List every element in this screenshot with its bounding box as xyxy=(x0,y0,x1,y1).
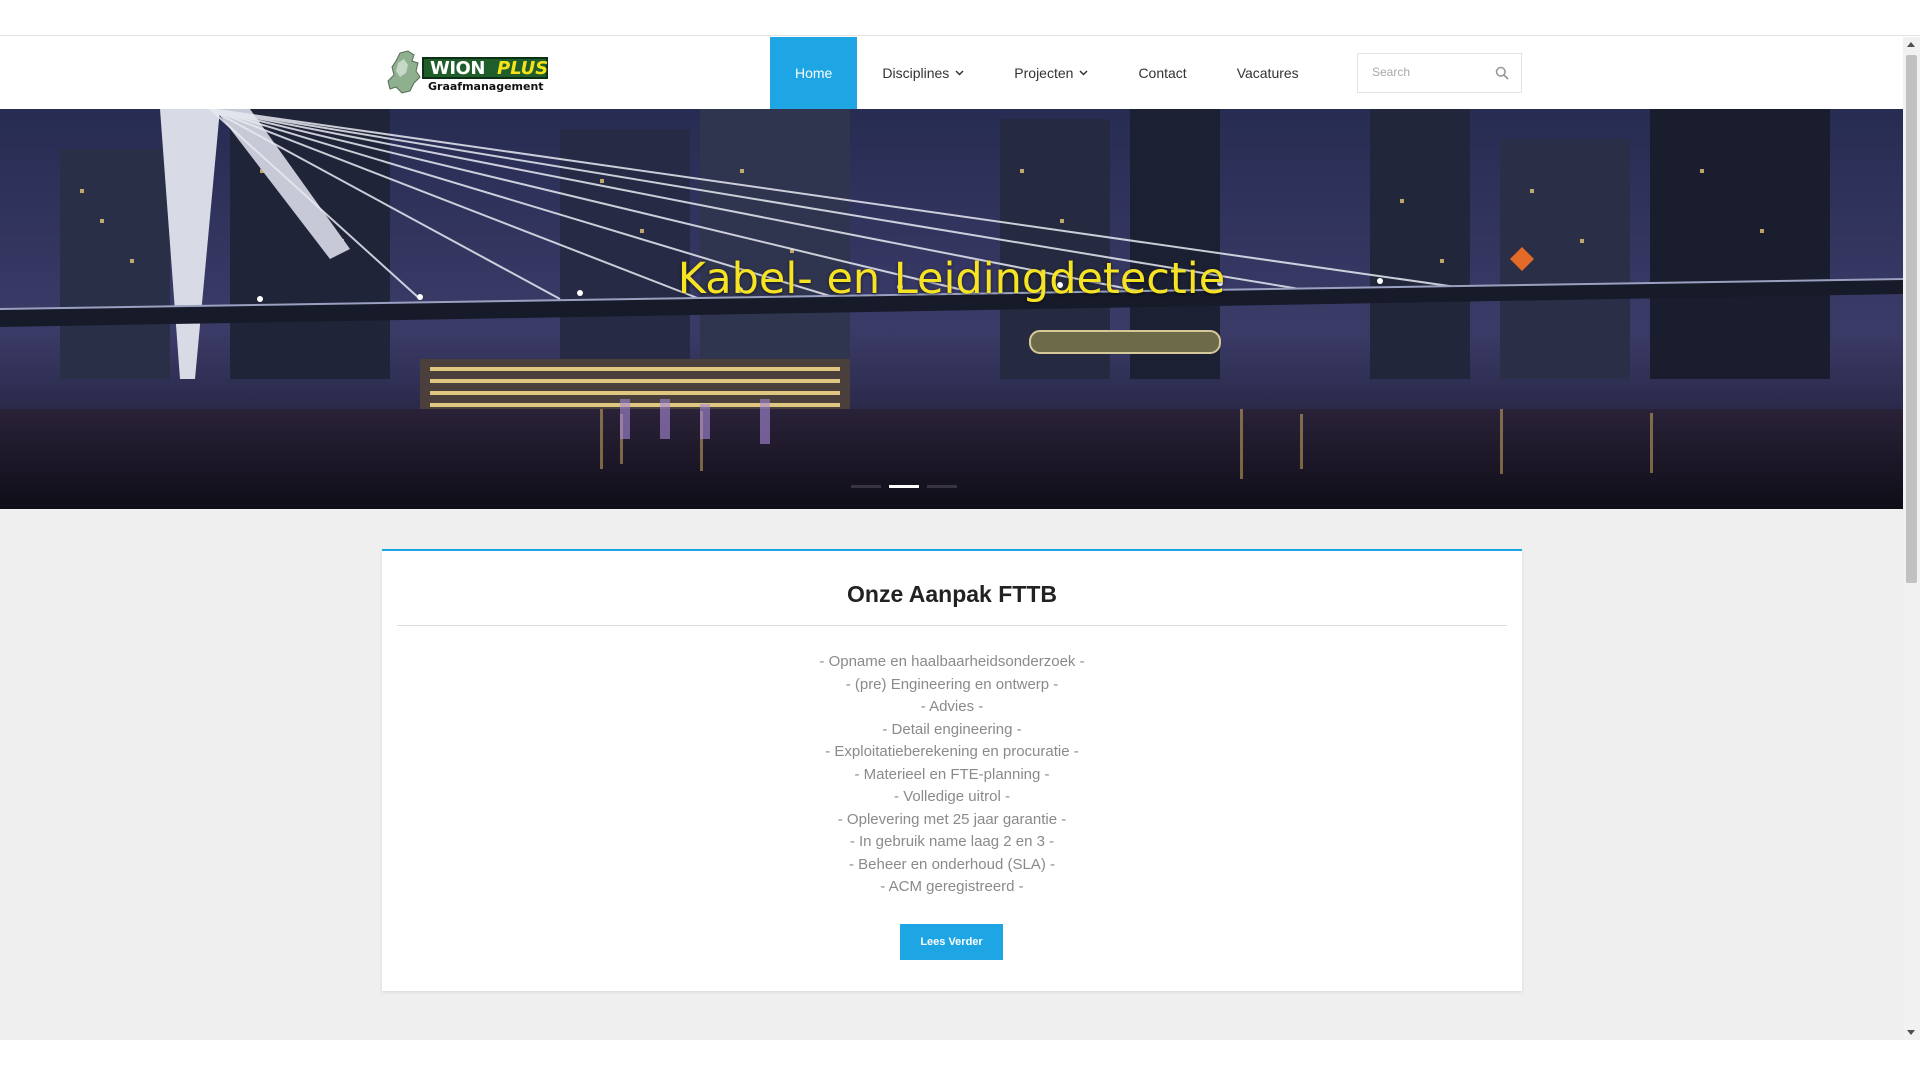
list-item: - Advies - xyxy=(920,698,984,715)
list-item: - Beheer en onderhoud (SLA) - xyxy=(849,855,1055,873)
search-input[interactable] xyxy=(1372,65,1492,79)
logo[interactable]: WION PLUS Graafmanagement xyxy=(386,49,552,95)
logo-wordmark: WION PLUS xyxy=(422,57,548,79)
hero-title: Kabel- en Leidingdetectie xyxy=(677,254,1226,304)
scrollbar[interactable] xyxy=(1903,37,1920,1040)
hero-background-image xyxy=(0,109,1903,509)
site-header: WION PLUS Graafmanagement Home Disciplin… xyxy=(0,37,1903,109)
approach-list: - Opname en haalbaarheidsonderzoek - - (… xyxy=(382,651,1522,899)
nav-item-label: Disciplines xyxy=(882,65,950,81)
nav-item-vacatures[interactable]: Vacatures xyxy=(1212,37,1324,109)
read-more-button[interactable]: Lees Verder xyxy=(900,924,1003,960)
nav-item-label: Contact xyxy=(1138,65,1187,81)
scroll-up-arrow-icon[interactable] xyxy=(1907,42,1915,47)
nav-item-projecten[interactable]: Projecten xyxy=(989,37,1113,109)
nav-item-label: Home xyxy=(795,65,833,81)
page: WION PLUS Graafmanagement Home Disciplin… xyxy=(0,37,1903,1040)
list-item: - Detail engineering - xyxy=(882,720,1022,738)
hero-slider: Kabel- en Leidingdetectie xyxy=(0,109,1903,509)
logo-brand-main: WION xyxy=(430,58,485,79)
nav-item-home[interactable]: Home xyxy=(770,37,858,109)
slider-dot[interactable] xyxy=(851,485,881,488)
list-item: - Volledige uitrol - xyxy=(894,788,1010,805)
logo-brand-accent: PLUS xyxy=(497,58,549,79)
slider-dot[interactable] xyxy=(927,485,957,488)
main-nav: Home Disciplines Projecten Contact Vacat… xyxy=(770,37,1324,109)
list-item: - Materieel en FTE-planning - xyxy=(854,765,1050,783)
nav-item-disciplines[interactable]: Disciplines xyxy=(857,37,989,109)
nav-item-label: Projecten xyxy=(1014,65,1074,81)
logo-tagline: Graafmanagement xyxy=(428,80,544,93)
list-item: - (pre) Engineering en ontwerp - xyxy=(845,675,1059,693)
list-item: - Oplevering met 25 jaar garantie - xyxy=(837,810,1067,828)
slider-dot-active[interactable] xyxy=(889,485,919,488)
card-title: Onze Aanpak FTTB xyxy=(847,581,1057,607)
list-item: - In gebruik name laag 2 en 3 - xyxy=(849,833,1055,850)
list-item: - Opname en haalbaarheidsonderzoek - xyxy=(819,653,1085,670)
chevron-down-icon xyxy=(955,70,964,76)
bottom-area xyxy=(0,1040,1920,1088)
search-icon[interactable] xyxy=(1495,66,1509,80)
list-item: - ACM geregistreerd - xyxy=(880,878,1024,895)
divider xyxy=(397,625,1507,626)
nav-item-label: Vacatures xyxy=(1236,65,1299,81)
list-item: - Exploitatieberekening en procuratie - xyxy=(825,743,1079,760)
content-card: Onze Aanpak FTTB - Opname en haalbaarhei… xyxy=(382,549,1522,991)
scroll-thumb[interactable] xyxy=(1906,55,1917,583)
scroll-down-arrow-icon[interactable] xyxy=(1907,1030,1915,1035)
chevron-down-icon xyxy=(1079,70,1088,76)
browser-top-bar xyxy=(0,0,1920,36)
nav-item-contact[interactable]: Contact xyxy=(1113,37,1211,109)
search-box xyxy=(1357,53,1522,93)
slider-dots xyxy=(851,485,965,488)
